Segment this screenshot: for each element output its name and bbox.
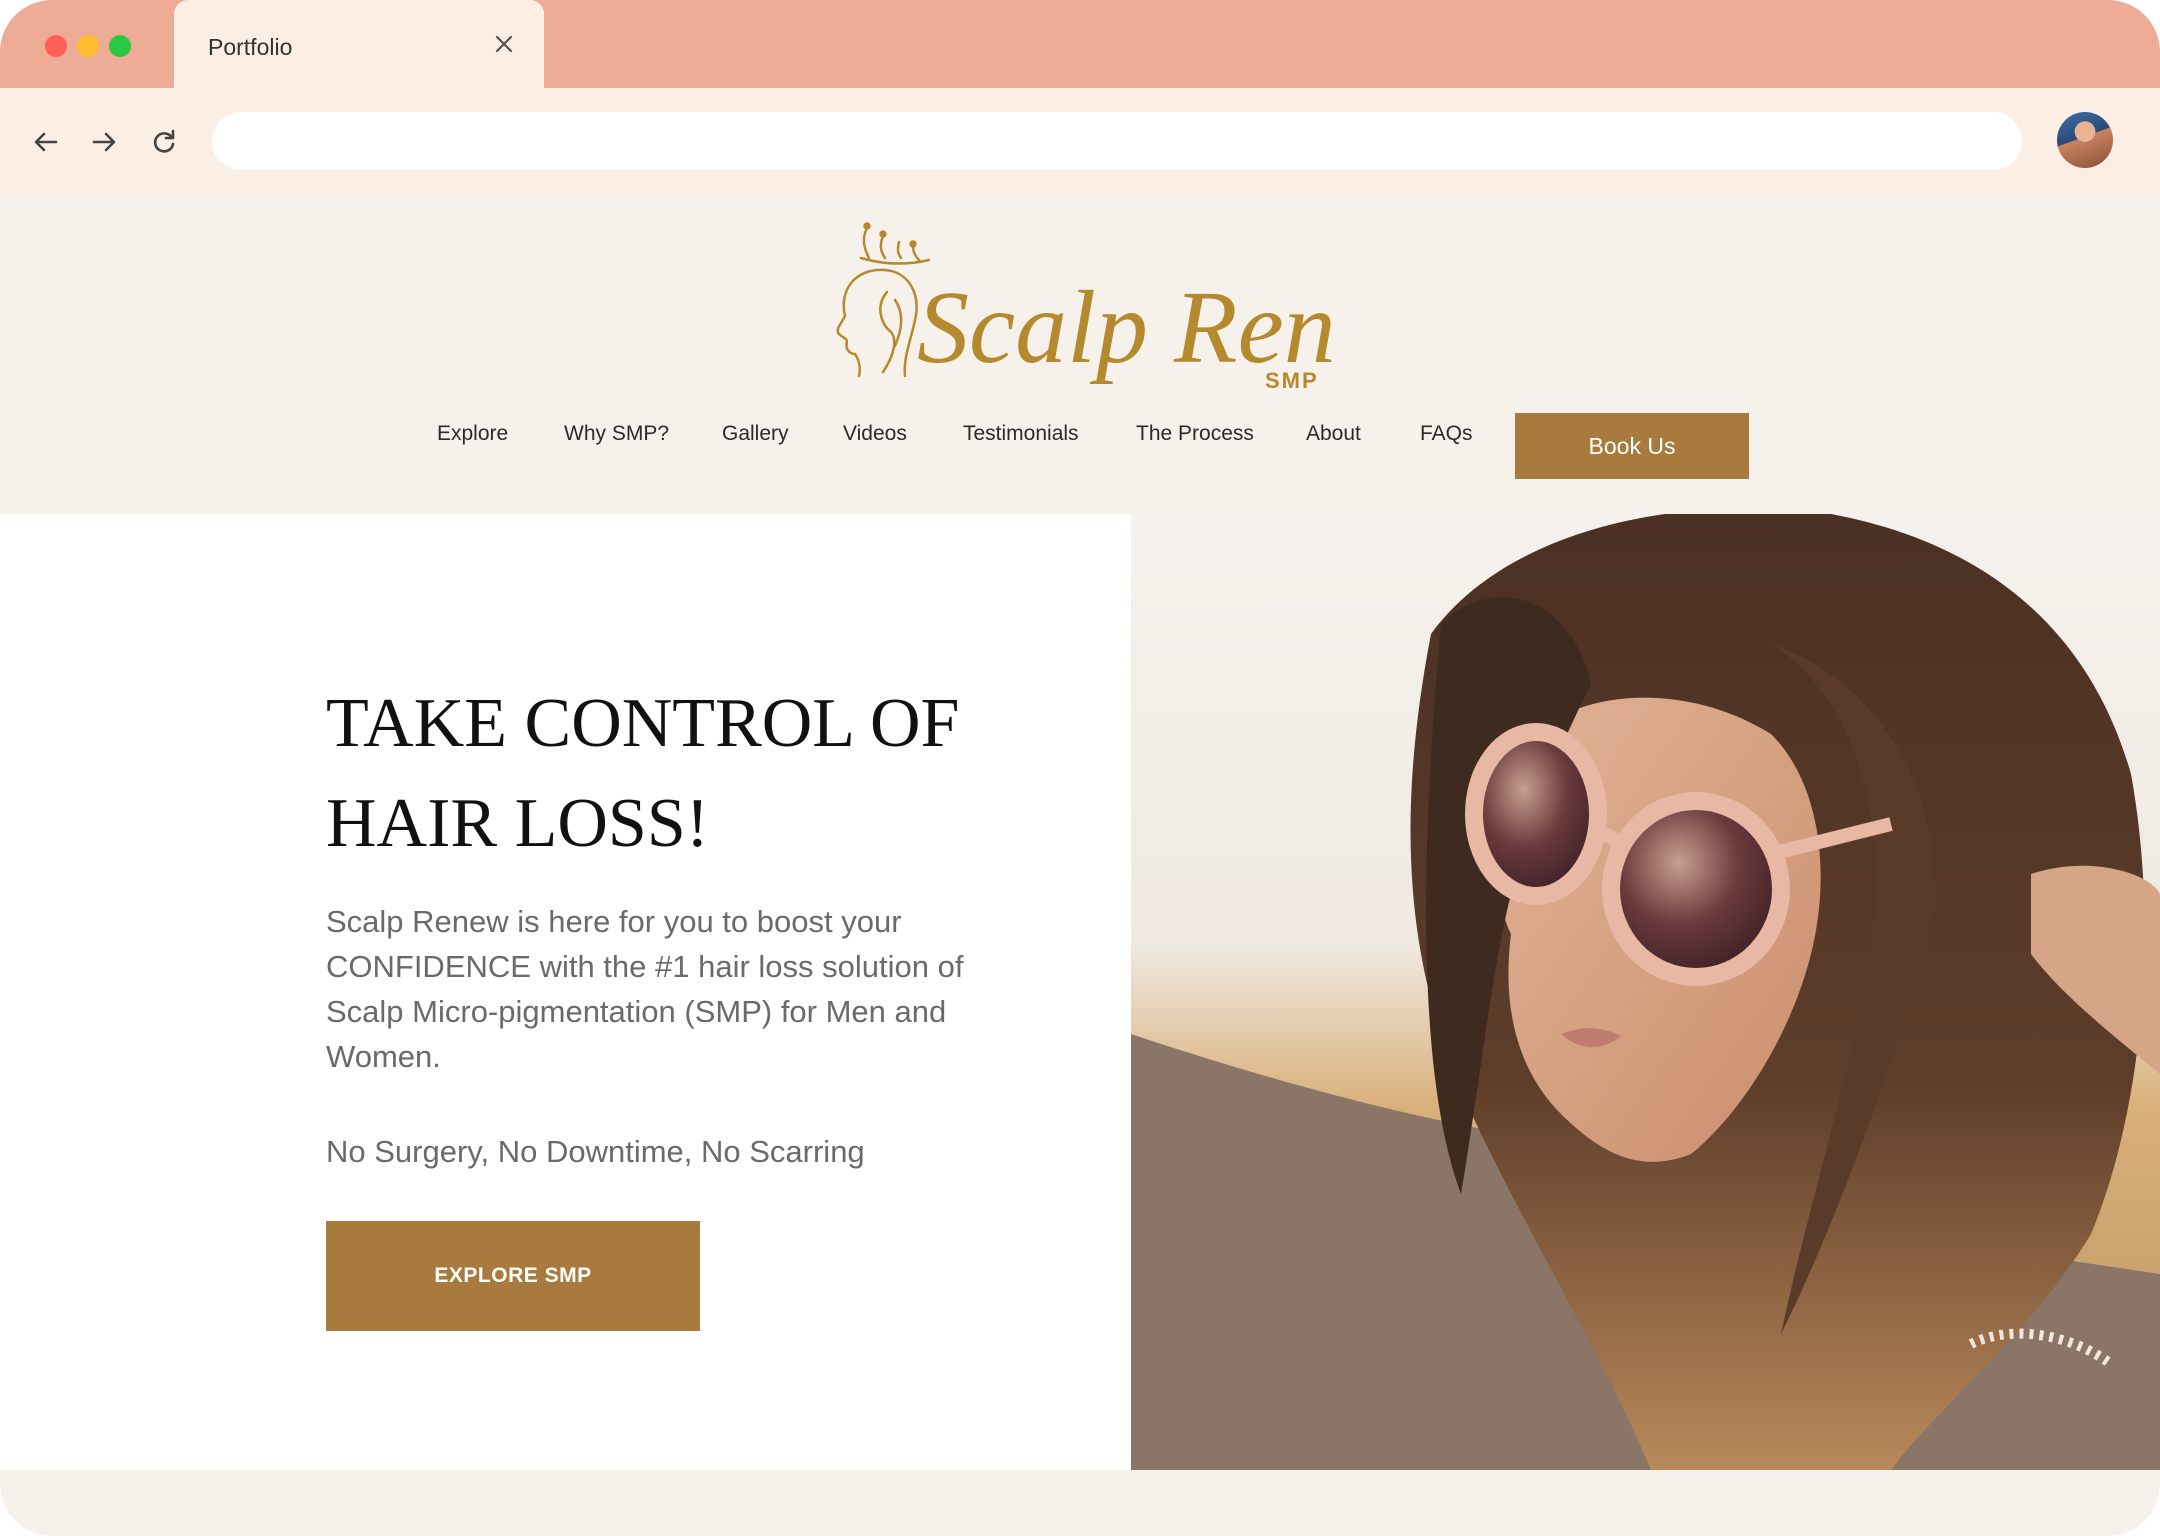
book-us-button[interactable]: Book Us xyxy=(1515,413,1749,479)
browser-toolbar xyxy=(0,88,2160,194)
browser-window: Portfolio Scalp Ren SMP Explore Why SMP?… xyxy=(0,0,2160,1536)
nav-why-smp[interactable]: Why SMP? xyxy=(564,422,669,446)
reload-icon[interactable] xyxy=(148,126,180,158)
minimize-window-button[interactable] xyxy=(77,35,99,57)
head-profile-icon xyxy=(836,268,918,378)
close-tab-icon[interactable] xyxy=(492,32,516,56)
forward-arrow-icon[interactable] xyxy=(88,126,120,158)
hero-benefits: No Surgery, No Downtime, No Scarring xyxy=(326,1134,865,1169)
hero-title-line2: HAIR LOSS! xyxy=(326,785,710,862)
hero-section: TAKE CONTROL OF HAIR LOSS! Scalp Renew i… xyxy=(0,514,1131,1470)
logo-sub: SMP xyxy=(1265,368,1319,393)
nav-gallery[interactable]: Gallery xyxy=(722,422,789,446)
browser-tab[interactable]: Portfolio xyxy=(174,0,544,88)
maximize-window-button[interactable] xyxy=(109,35,131,57)
nav-faqs[interactable]: FAQs xyxy=(1420,422,1473,446)
hero-description: Scalp Renew is here for you to boost you… xyxy=(326,904,964,1074)
hero-photo xyxy=(1131,514,2160,1470)
scalp-renew-logo[interactable]: Scalp Renew SMP xyxy=(825,220,1335,395)
back-arrow-icon[interactable] xyxy=(30,126,62,158)
nav-about[interactable]: About xyxy=(1306,422,1361,446)
address-bar[interactable] xyxy=(212,112,2022,170)
tab-bar: Portfolio xyxy=(0,0,2160,88)
hero-title-line1: TAKE CONTROL OF xyxy=(326,685,960,762)
footer-strip xyxy=(0,1470,2160,1536)
tab-title: Portfolio xyxy=(208,34,293,60)
hero-title: TAKE CONTROL OF HAIR LOSS! xyxy=(326,674,1046,874)
woman-sunglasses-image xyxy=(1131,514,2160,1470)
explore-smp-button[interactable]: EXPLORE SMP xyxy=(326,1221,700,1331)
close-window-button[interactable] xyxy=(45,35,67,57)
nav-explore[interactable]: Explore xyxy=(437,422,508,446)
nav-videos[interactable]: Videos xyxy=(843,422,907,446)
nav-the-process[interactable]: The Process xyxy=(1136,422,1254,446)
crown-icon xyxy=(859,222,931,265)
main-nav: Explore Why SMP? Gallery Videos Testimon… xyxy=(0,412,2160,456)
profile-avatar[interactable] xyxy=(2057,112,2113,168)
nav-testimonials[interactable]: Testimonials xyxy=(963,422,1079,446)
site-header: Scalp Renew SMP Explore Why SMP? Gallery… xyxy=(0,194,2160,514)
